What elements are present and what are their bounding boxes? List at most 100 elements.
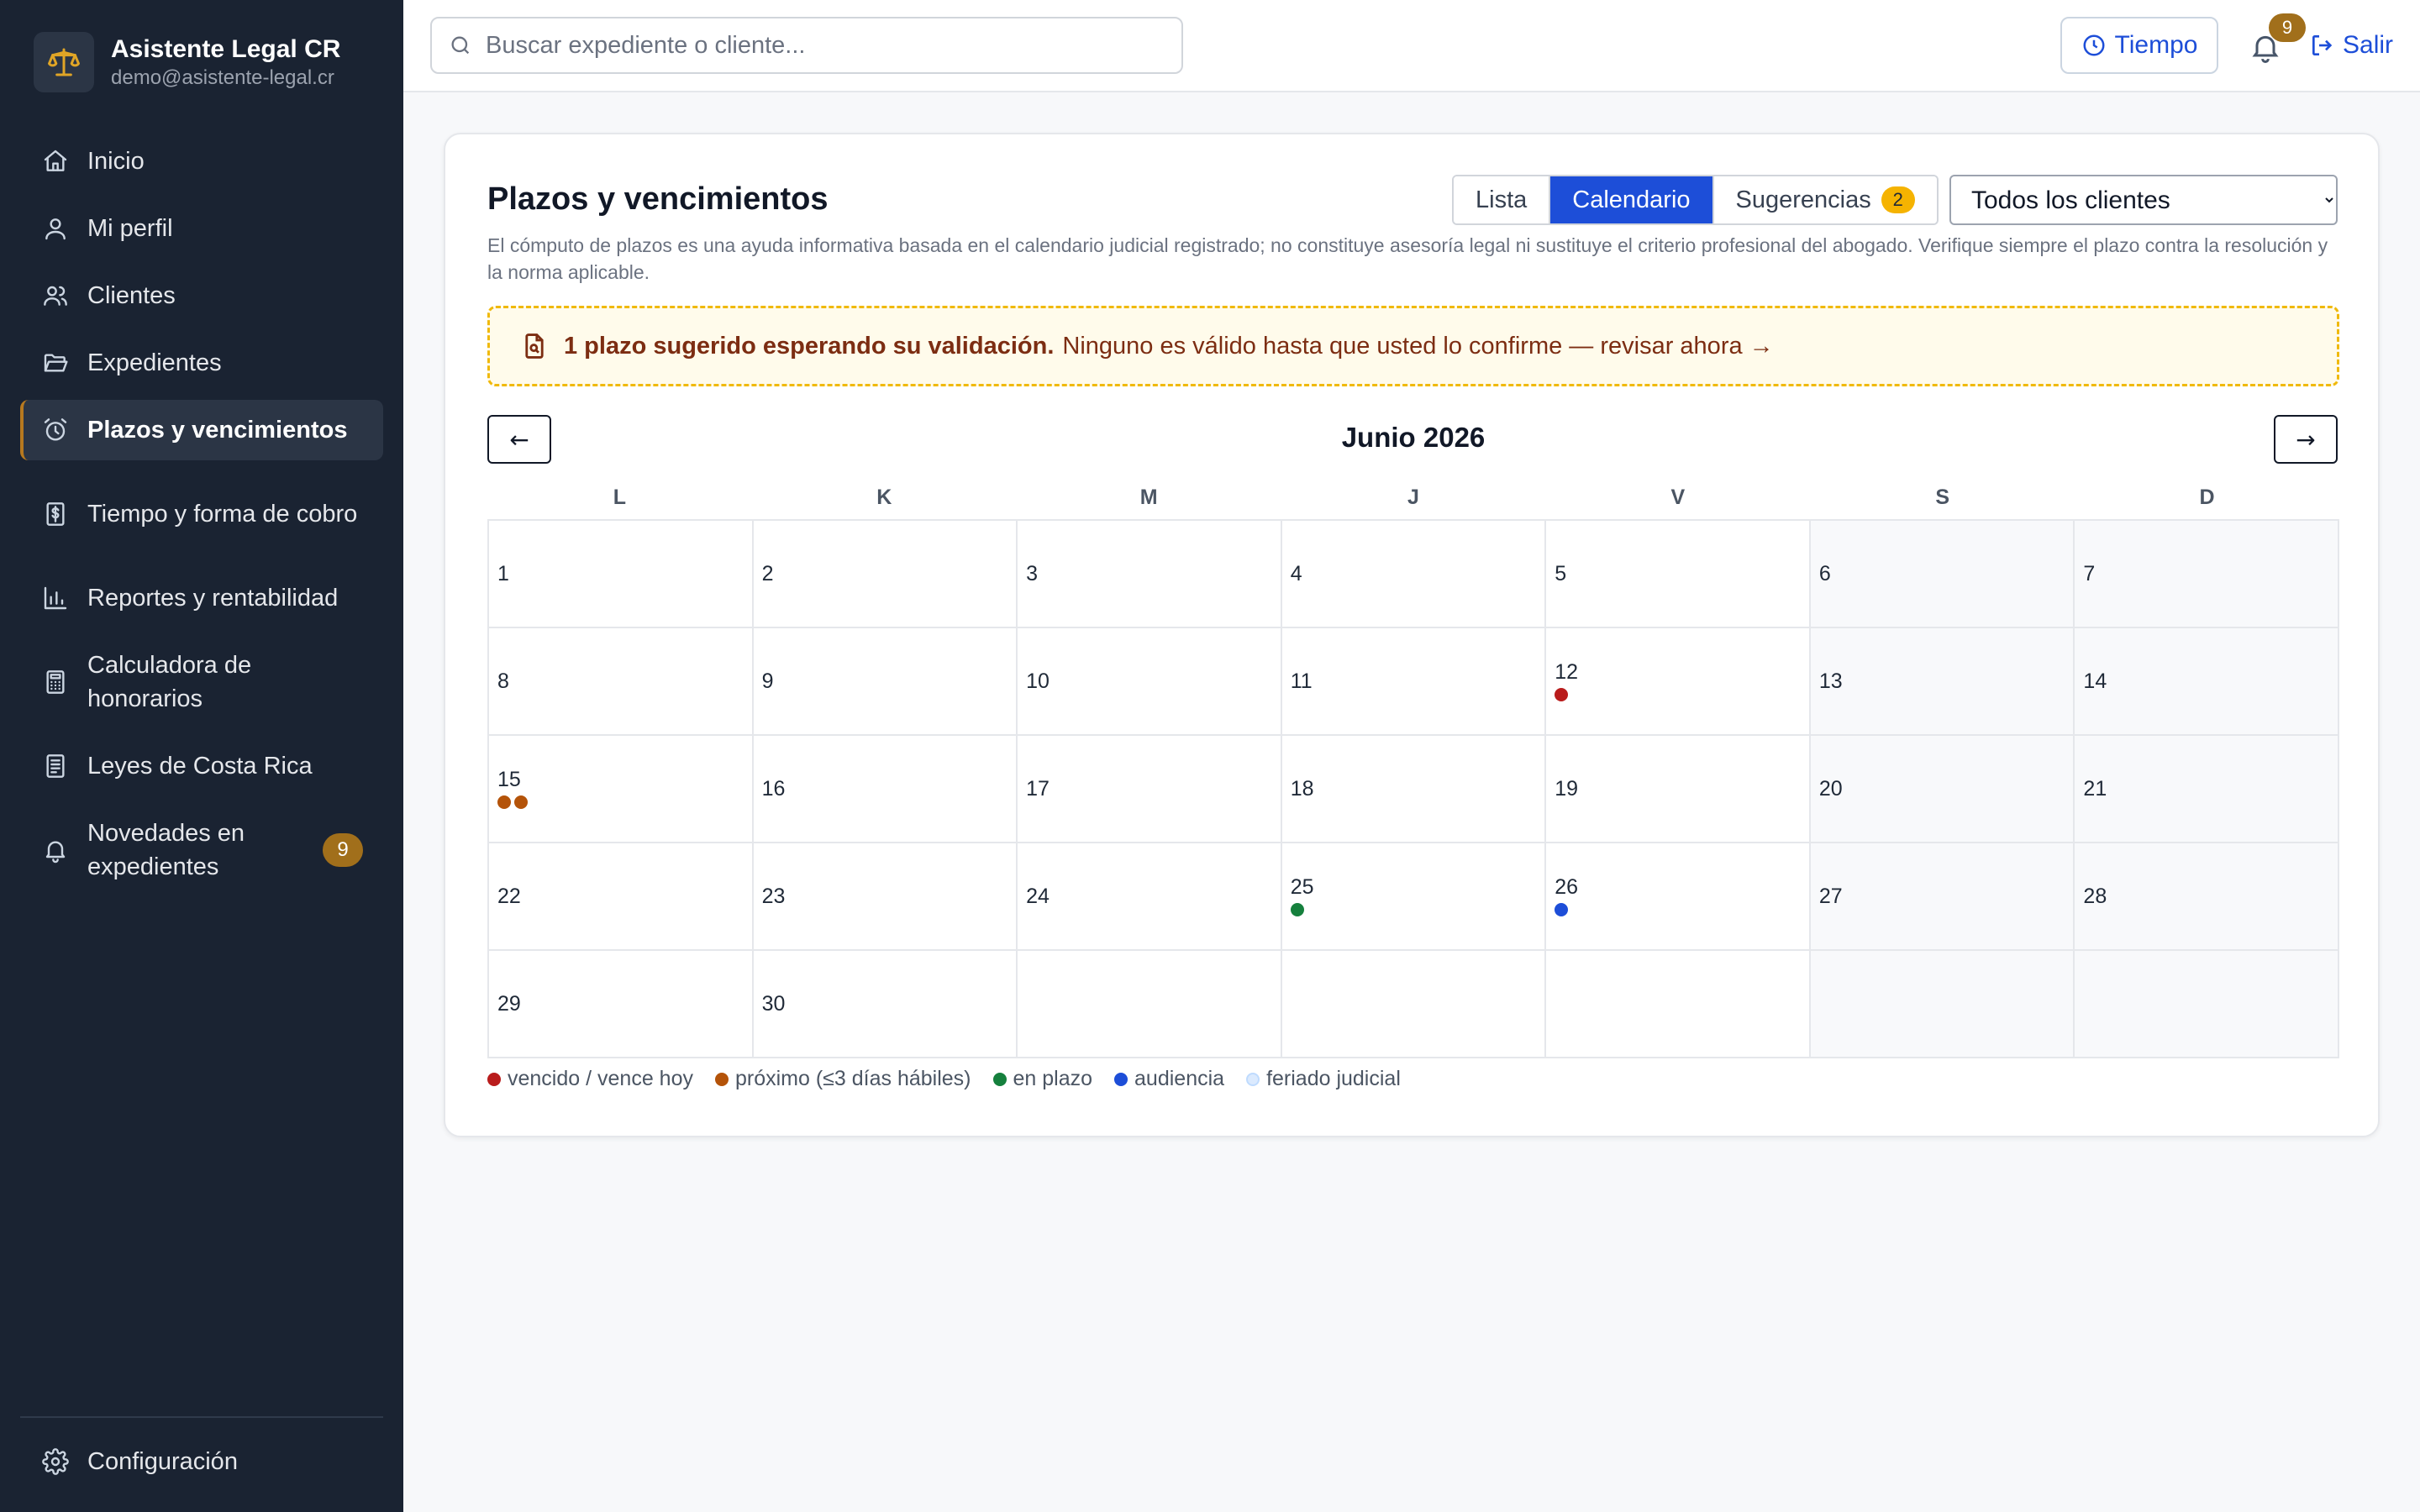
tab-sugerencias[interactable]: Sugerencias 2 bbox=[1713, 176, 1937, 223]
legend-label: audiencia bbox=[1134, 1067, 1225, 1090]
calendar-day-cell[interactable]: 23 bbox=[753, 843, 1018, 951]
search-input[interactable] bbox=[486, 31, 1158, 60]
day-number: 16 bbox=[761, 777, 786, 801]
calendar-day-cell[interactable]: 13 bbox=[1810, 628, 2075, 736]
alarm-clock-icon bbox=[40, 415, 71, 445]
legend-label: próximo (≤3 días hábiles) bbox=[734, 1067, 971, 1090]
event-dot-vencido bbox=[1555, 688, 1569, 701]
sidebar-item-label: Expedientes bbox=[87, 349, 222, 376]
event-dots bbox=[1555, 688, 1809, 703]
sidebar-item-leyes[interactable]: Leyes de Costa Rica bbox=[20, 736, 383, 796]
bar-chart-icon bbox=[40, 583, 71, 613]
tiempo-button[interactable]: Tiempo bbox=[2060, 17, 2218, 74]
calendar-day-cell[interactable]: 19 bbox=[1546, 736, 1811, 843]
calendar-empty-cell bbox=[2075, 951, 2339, 1058]
calendar-day-cell[interactable]: 12 bbox=[1546, 628, 1811, 736]
calendar-day-cell[interactable]: 2 bbox=[753, 521, 1018, 628]
day-number: 29 bbox=[497, 992, 521, 1016]
sidebar-item-expedientes[interactable]: Expedientes bbox=[20, 333, 383, 393]
sidebar-divider bbox=[20, 1416, 383, 1418]
suggestions-count-badge: 2 bbox=[1881, 186, 1915, 213]
day-number: 3 bbox=[1026, 562, 1039, 585]
calendar-day-cell[interactable]: 6 bbox=[1810, 521, 2075, 628]
calendar-legend: vencido / vence hoy próximo (≤3 días hábi… bbox=[487, 1067, 1423, 1091]
tab-lista[interactable]: Lista bbox=[1454, 176, 1551, 223]
legend-item-vencido: vencido / vence hoy bbox=[487, 1067, 693, 1091]
sidebar-item-configuracion[interactable]: Configuración bbox=[20, 1431, 383, 1492]
search-box[interactable] bbox=[430, 17, 1183, 74]
day-number: 14 bbox=[2083, 669, 2107, 693]
notifications-button[interactable]: 9 bbox=[2249, 13, 2306, 66]
legend-item-proximo: próximo (≤3 días hábiles) bbox=[714, 1067, 971, 1091]
calendar-day-cell[interactable]: 20 bbox=[1810, 736, 2075, 843]
sidebar-item-reportes[interactable]: Reportes y rentabilidad bbox=[20, 568, 383, 628]
calendar-day-cell[interactable]: 7 bbox=[2075, 521, 2339, 628]
weekday-label: S bbox=[1935, 486, 1950, 509]
sidebar-item-label: Leyes de Costa Rica bbox=[87, 753, 313, 780]
calendar-day-cell[interactable]: 1 bbox=[489, 521, 754, 628]
calendar-day-cell[interactable]: 5 bbox=[1546, 521, 1811, 628]
weekday-label: M bbox=[1139, 486, 1158, 509]
sidebar-item-novedades[interactable]: Novedades en expedientes 9 bbox=[20, 803, 383, 897]
next-month-button[interactable]: → bbox=[2274, 415, 2338, 464]
calendar-empty-cell bbox=[1810, 951, 2075, 1058]
day-number: 5 bbox=[1555, 562, 1567, 585]
sidebar-item-tiempo-cobro[interactable]: Tiempo y forma de cobro bbox=[20, 467, 383, 561]
sidebar-item-inicio[interactable]: Inicio bbox=[20, 131, 383, 192]
calendar-day-cell[interactable]: 17 bbox=[1018, 736, 1282, 843]
event-dot-proximo bbox=[497, 795, 511, 809]
calendar-day-cell[interactable]: 3 bbox=[1018, 521, 1282, 628]
disclaimer-text: El cómputo de plazos es una ayuda inform… bbox=[487, 234, 2328, 283]
calendar-day-cell[interactable]: 22 bbox=[489, 843, 754, 951]
calendar-day-cell[interactable]: 25 bbox=[1281, 843, 1547, 951]
day-number: 17 bbox=[1026, 777, 1050, 801]
sidebar-item-label: Reportes y rentabilidad bbox=[87, 585, 339, 612]
day-number: 19 bbox=[1555, 777, 1579, 801]
weekday-label: D bbox=[2199, 486, 2215, 509]
calendar-day-cell[interactable]: 21 bbox=[2075, 736, 2339, 843]
calendar-day-cell[interactable]: 24 bbox=[1018, 843, 1282, 951]
calendar-day-cell[interactable]: 11 bbox=[1281, 628, 1547, 736]
day-number: 12 bbox=[1555, 660, 1579, 684]
legend-label: feriado judicial bbox=[1266, 1067, 1401, 1090]
calendar-day-cell[interactable]: 15 bbox=[489, 736, 754, 843]
sidebar-item-label: Clientes bbox=[87, 282, 176, 309]
calendar-day-cell[interactable]: 26 bbox=[1546, 843, 1811, 951]
legend-label: vencido / vence hoy bbox=[508, 1067, 693, 1090]
logout-button[interactable]: Salir bbox=[2309, 20, 2393, 71]
calendar-day-cell[interactable]: 18 bbox=[1281, 736, 1547, 843]
calendar-day-cell[interactable]: 30 bbox=[753, 951, 1018, 1058]
day-number: 26 bbox=[1555, 875, 1579, 899]
legend-item-feriado: feriado judicial bbox=[1246, 1067, 1401, 1091]
tab-label: Calendario bbox=[1572, 186, 1691, 213]
scales-icon bbox=[34, 32, 94, 92]
calendar-day-cell[interactable]: 14 bbox=[2075, 628, 2339, 736]
calendar-day-cell[interactable]: 16 bbox=[753, 736, 1018, 843]
legend-item-en_plazo: en plazo bbox=[992, 1067, 1092, 1091]
tab-calendario[interactable]: Calendario bbox=[1550, 176, 1714, 223]
calendar-day-cell[interactable]: 27 bbox=[1810, 843, 2075, 951]
calendar-day-cell[interactable]: 10 bbox=[1018, 628, 1282, 736]
brand[interactable]: Asistente Legal CR demo@asistente-legal.… bbox=[34, 32, 340, 92]
weekday-label: J bbox=[1407, 486, 1419, 509]
pending-suggestion-alert[interactable]: 1 plazo sugerido esperando su validación… bbox=[487, 306, 2339, 386]
calendar-day-cell[interactable]: 28 bbox=[2075, 843, 2339, 951]
sidebar-item-label: Tiempo y forma de cobro bbox=[87, 501, 358, 528]
tiempo-button-label: Tiempo bbox=[2114, 31, 2198, 59]
alert-link-text[interactable]: Ninguno es válido hasta que usted lo con… bbox=[1062, 333, 1773, 360]
sidebar-item-calculadora[interactable]: Calculadora de honorarios bbox=[20, 635, 383, 729]
sidebar-item-clientes[interactable]: Clientes bbox=[20, 265, 383, 326]
legend-dot bbox=[714, 1072, 729, 1086]
calculator-icon bbox=[40, 667, 71, 697]
bell-icon bbox=[40, 835, 71, 865]
sidebar-item-plazos[interactable]: Plazos y vencimientos bbox=[20, 400, 383, 460]
calendar-day-cell[interactable]: 29 bbox=[489, 951, 754, 1058]
clock-icon bbox=[2083, 34, 2105, 56]
calendar-day-cell[interactable]: 9 bbox=[753, 628, 1018, 736]
calendar-day-cell[interactable]: 4 bbox=[1281, 521, 1547, 628]
sidebar: Asistente Legal CR demo@asistente-legal.… bbox=[0, 0, 403, 1512]
calendar-day-cell[interactable]: 8 bbox=[489, 628, 754, 736]
month-title: Junio 2026 bbox=[1341, 422, 1486, 453]
sidebar-item-mi-perfil[interactable]: Mi perfil bbox=[20, 198, 383, 259]
client-filter-select[interactable]: Todos los clientes bbox=[1949, 175, 2338, 225]
